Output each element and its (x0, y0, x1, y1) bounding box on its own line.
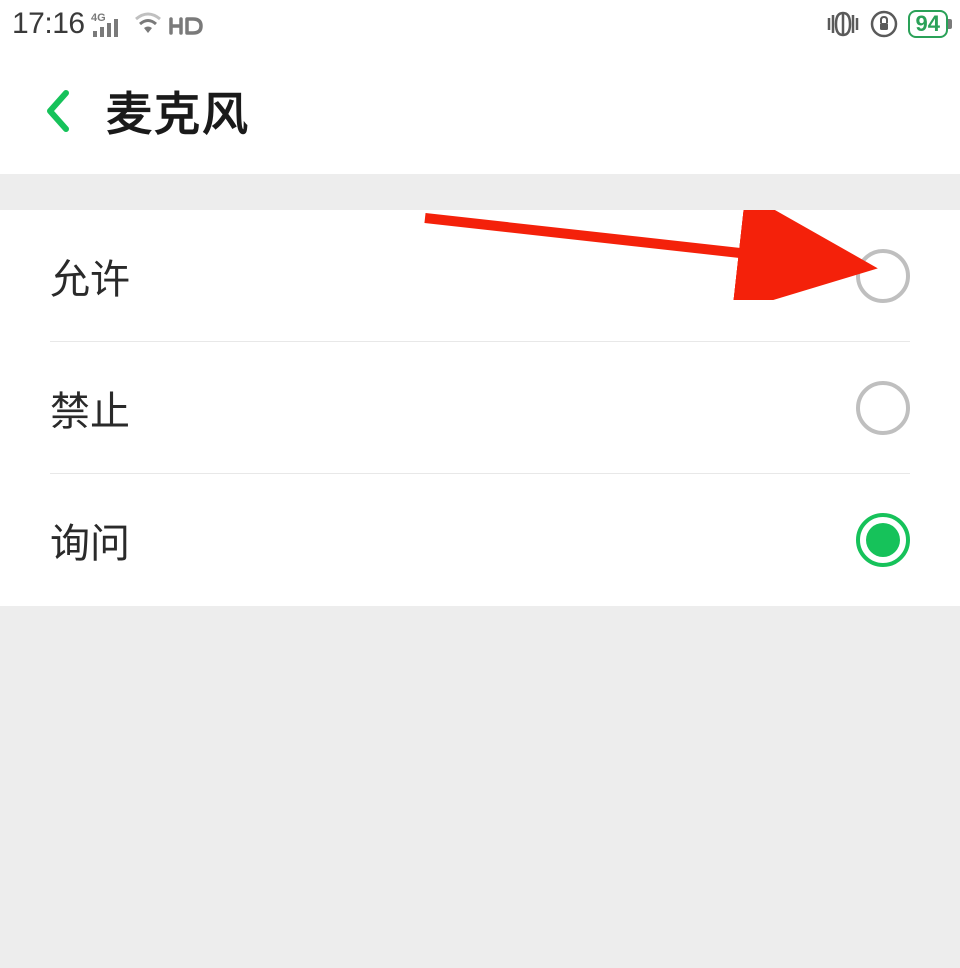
status-time: 17:16 (12, 7, 85, 41)
status-bar: 17:16 4G (0, 0, 960, 48)
radio-selected-icon (856, 513, 910, 567)
option-label: 禁止 (50, 379, 130, 437)
lock-rotation-icon (870, 10, 898, 38)
chevron-left-icon (44, 89, 72, 133)
option-label: 允许 (50, 247, 130, 305)
page-title: 麦克风 (106, 78, 250, 144)
vibrate-icon (826, 10, 860, 38)
hd-icon (169, 11, 205, 37)
radio-unselected-icon (856, 381, 910, 435)
battery-indicator: 94 (908, 10, 948, 38)
back-button[interactable] (40, 93, 76, 129)
option-ask[interactable]: 询问 (50, 474, 910, 606)
signal-4g-icon: 4G (91, 11, 127, 37)
status-left: 17:16 4G (12, 7, 205, 41)
option-allow[interactable]: 允许 (50, 210, 910, 342)
status-right: 94 (826, 10, 948, 38)
page-header: 麦克风 (0, 48, 960, 174)
section-divider (0, 174, 960, 210)
wifi-icon (133, 11, 163, 37)
option-label: 询问 (50, 511, 130, 569)
radio-unselected-icon (856, 249, 910, 303)
option-deny[interactable]: 禁止 (50, 342, 910, 474)
svg-text:4G: 4G (91, 12, 106, 24)
options-panel: 允许 禁止 询问 (0, 210, 960, 606)
